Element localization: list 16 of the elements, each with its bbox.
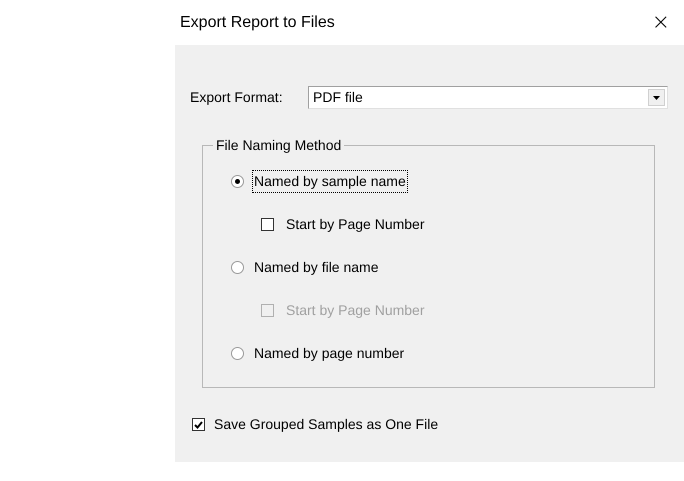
radio-button[interactable] <box>231 346 244 360</box>
close-button[interactable]: × <box>648 12 674 34</box>
export-format-dropdown[interactable]: PDF file <box>308 86 668 109</box>
radio-button[interactable] <box>231 260 244 274</box>
radio-label: Named by sample name <box>252 170 408 192</box>
checkbox-label: Start by Page Number <box>286 300 425 320</box>
checkbox[interactable] <box>192 418 205 431</box>
group-title: File Naming Method <box>215 136 342 155</box>
radio-label: Named by page number <box>253 344 406 363</box>
export-format-label: Export Format: <box>190 88 284 107</box>
checkbox[interactable] <box>261 218 274 230</box>
save-grouped-label: Save Grouped Samples as One File <box>214 415 438 434</box>
radio-button[interactable] <box>231 174 244 188</box>
checkbox-label: Start by Page Number <box>286 214 425 234</box>
window-title: Export Report to Files <box>180 12 335 32</box>
radio-label: Named by file name <box>253 258 380 277</box>
